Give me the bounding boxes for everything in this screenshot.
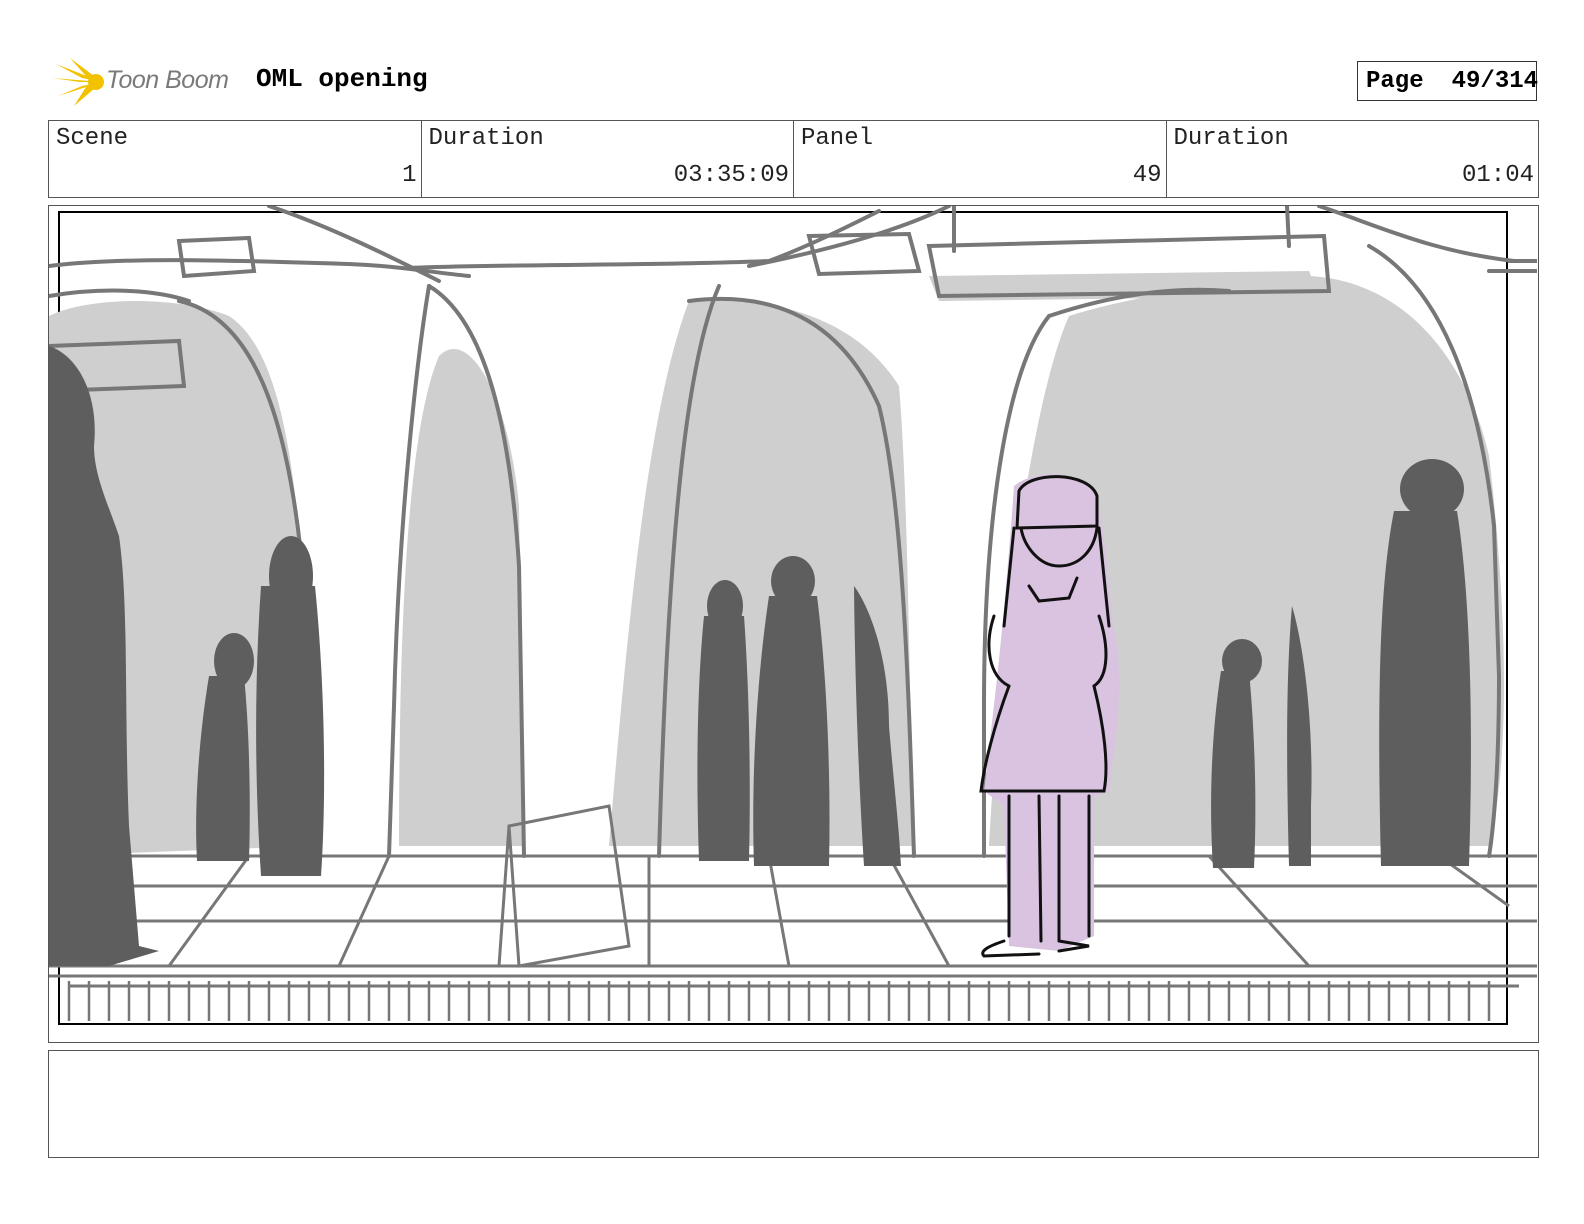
- panel-sketch: [49, 206, 1537, 1025]
- main-character: [979, 474, 1120, 958]
- scene-duration-value: 03:35:09: [673, 162, 789, 189]
- logo-text: Toon Boom: [106, 66, 229, 94]
- panel-duration-value: 01:04: [1461, 162, 1534, 189]
- scene-label: Scene: [56, 125, 129, 152]
- scene-info-table: Scene 1 Duration 03:35:09 Panel 49 Durat…: [48, 120, 1539, 198]
- page-indicator: Page 49/314: [1357, 61, 1539, 101]
- panel-duration-label: Duration: [1173, 125, 1289, 152]
- panel-label: Panel: [801, 125, 874, 152]
- scene-duration-cell: Duration 03:35:09: [422, 121, 794, 197]
- storyboard-panel: [48, 205, 1539, 1043]
- starburst-icon: [52, 58, 104, 106]
- scene-value: 1: [402, 162, 417, 189]
- toon-boom-logo: Toon Boom: [52, 56, 240, 108]
- scene-duration-label: Duration: [428, 125, 544, 152]
- page-label: Page: [1366, 67, 1424, 95]
- panel-cell: Panel 49: [794, 121, 1167, 197]
- panel-notes-box[interactable]: [48, 1050, 1539, 1158]
- scene-cell: Scene 1: [49, 121, 422, 197]
- panel-value: 49: [1132, 162, 1162, 189]
- panel-duration-cell: Duration 01:04: [1167, 121, 1539, 197]
- page-number: 49/314: [1451, 67, 1539, 95]
- project-title: OML opening: [256, 64, 428, 94]
